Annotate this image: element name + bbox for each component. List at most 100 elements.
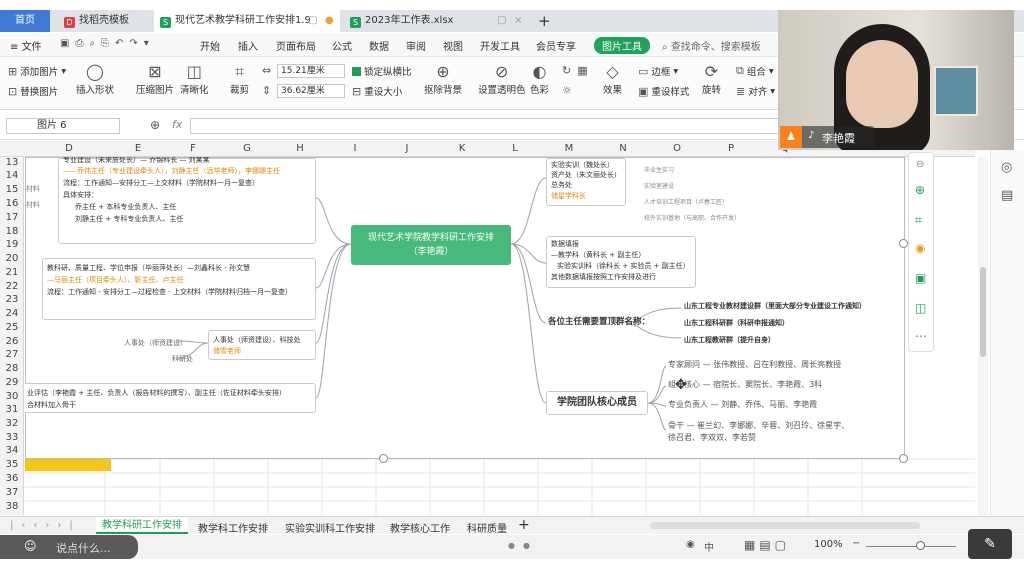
comment-icon[interactable]: ▢	[308, 10, 317, 32]
compress-picture-button[interactable]: ⊠ 压缩图片	[136, 62, 174, 96]
row-header-cell[interactable]: 31	[0, 404, 24, 415]
reset-size-button[interactable]: ⊟ 重设大小	[352, 84, 402, 99]
mindmap-picture[interactable]: 现代艺术学院教学科研工作安排 （李艳霞） 专业建设（未来质处长）— 乔锦科长 —…	[25, 157, 908, 463]
horizontal-scrollbar[interactable]	[650, 522, 920, 529]
comment-icon[interactable]: ▢	[497, 10, 506, 32]
row-header-cell[interactable]: 16	[0, 198, 24, 209]
col-header[interactable]: N	[616, 143, 630, 154]
row-header-cell[interactable]: 33	[0, 432, 24, 443]
input-method[interactable]: 中	[704, 539, 714, 554]
sheet-tab[interactable]: 科研质量	[467, 520, 507, 535]
pen-button[interactable]: ✎	[968, 529, 1012, 559]
col-header[interactable]: E	[131, 143, 145, 154]
row-header-cell[interactable]: 34	[0, 445, 24, 456]
row-header-cell[interactable]: 38	[0, 501, 24, 512]
col-header[interactable]: I	[348, 143, 362, 154]
book-icon[interactable]: ▤	[1001, 188, 1013, 203]
row-header-cell[interactable]: 19	[0, 239, 24, 250]
tab-home[interactable]: 首页	[0, 10, 50, 32]
col-header[interactable]: G	[240, 143, 254, 154]
col-header[interactable]: D	[62, 143, 76, 154]
zoom-out-icon[interactable]: −	[852, 538, 860, 549]
align-button[interactable]: ≣ 对齐 ▾	[736, 84, 775, 99]
search-command[interactable]: ⌕ 查找命令、搜索模板	[662, 38, 761, 53]
bulb-icon[interactable]: ◉	[915, 241, 925, 255]
rotate-button[interactable]: ⟳ 旋转	[702, 62, 721, 96]
crop-icon[interactable]: ⌗	[915, 213, 922, 228]
row-header-cell[interactable]: 30	[0, 391, 24, 402]
menu-review[interactable]: 审阅	[406, 38, 426, 53]
height-input[interactable]: 36.62厘米	[277, 84, 345, 98]
menu-start[interactable]: 开始	[200, 38, 220, 53]
menu-insert[interactable]: 插入	[238, 38, 258, 53]
combine-button[interactable]: ⧉ 组合 ▾	[736, 64, 774, 78]
name-box[interactable]: 图片 6	[6, 118, 120, 134]
row-header-cell[interactable]: 14	[0, 170, 24, 181]
vertical-scrollbar[interactable]	[978, 157, 988, 515]
row-header-cell[interactable]: 17	[0, 212, 24, 223]
sheet-tab[interactable]: 实验实训科工作安排	[285, 520, 375, 535]
zoom-slider[interactable]	[866, 546, 956, 547]
menu-page-layout[interactable]: 页面布局	[276, 38, 316, 53]
menu-dev-tools[interactable]: 开发工具	[480, 38, 520, 53]
add-picture-button[interactable]: ⊞ 添加图片 ▾	[8, 64, 66, 79]
row-header-cell[interactable]: 35	[0, 459, 24, 470]
set-transparent-button[interactable]: ⊘ 设置透明色	[478, 62, 526, 96]
zoom-slider-thumb[interactable]	[916, 541, 925, 550]
new-tab-button[interactable]: +	[534, 10, 554, 32]
menu-member[interactable]: 会员专享	[536, 38, 576, 53]
col-header[interactable]: M	[562, 143, 576, 154]
row-header-cell[interactable]: 29	[0, 377, 24, 388]
row-header-cell[interactable]: 32	[0, 418, 24, 429]
chat-input[interactable]: ☺ 说点什么...	[0, 535, 138, 559]
add-sheet-button[interactable]: +	[518, 517, 530, 533]
row-header-cell[interactable]: 21	[0, 267, 24, 278]
border-button[interactable]: ▭ 边框 ▾	[638, 64, 678, 79]
crop-button[interactable]: ⌗ 裁剪	[230, 62, 249, 96]
menu-file[interactable]: ≡ 文件	[10, 38, 42, 53]
tab-template[interactable]: D 找稻壳模板	[58, 10, 146, 32]
more-icon[interactable]: ⋯	[915, 329, 927, 343]
width-input[interactable]: 15.21厘米	[277, 64, 345, 78]
eye-icon[interactable]: ◉	[686, 539, 695, 550]
resize-handle[interactable]	[379, 454, 388, 463]
collapse-icon[interactable]: ⊖	[916, 159, 924, 170]
row-header-cell[interactable]: 18	[0, 226, 24, 237]
fx-icon[interactable]: fx	[172, 118, 182, 131]
tab-worksheet-2023[interactable]: S 2023年工作表.xlsx ▢ ×	[344, 10, 530, 32]
menu-view[interactable]: 视图	[443, 38, 463, 53]
resize-handle[interactable]	[899, 239, 908, 248]
col-header[interactable]: K	[455, 143, 469, 154]
sheet-tab-active[interactable]: 教学科研工作安排	[96, 517, 188, 534]
replace-picture-button[interactable]: ⊡ 替换图片	[8, 84, 58, 99]
menu-picture-tools[interactable]: 图片工具	[594, 37, 650, 54]
row-header-cell[interactable]: 27	[0, 349, 24, 360]
tab-current-file[interactable]: S 现代艺术教学科研工作安排1.9 ▢ ●	[154, 10, 340, 32]
brightness-icon[interactable]: ☼	[562, 84, 572, 97]
sheet-grid[interactable]: 现代艺术学院教学科研工作安排 （李艳霞） 专业建设（未来质处长）— 乔锦科长 —…	[25, 157, 975, 515]
menu-formula[interactable]: 公式	[332, 38, 352, 53]
menu-data[interactable]: 数据	[369, 38, 389, 53]
row-header-cell[interactable]: 24	[0, 308, 24, 319]
scroll-thumb[interactable]	[980, 267, 986, 357]
sheet-nav-arrows[interactable]: |‹‹››|	[10, 520, 81, 531]
row-header-cell[interactable]: 22	[0, 281, 24, 292]
remove-background-button[interactable]: ⊕ 抠除背景	[424, 62, 462, 96]
lock-ratio-checkbox[interactable]: 锁定纵横比	[352, 64, 412, 78]
row-header-cell[interactable]: 15	[0, 184, 24, 195]
sheet-tab[interactable]: 教学科工作安排	[198, 520, 268, 535]
row-header-cell[interactable]: 37	[0, 487, 24, 498]
zoom-in-icon[interactable]: ⊕	[915, 183, 925, 197]
clarity-button[interactable]: ◫ 清晰化	[180, 62, 209, 96]
zoom-formula-icon[interactable]: ⊕	[150, 118, 160, 132]
row-header-cell[interactable]: 25	[0, 322, 24, 333]
resize-handle[interactable]	[899, 454, 908, 463]
row-header-cell[interactable]: 36	[0, 473, 24, 484]
col-header[interactable]: F	[186, 143, 200, 154]
row-header-cell[interactable]: 20	[0, 253, 24, 264]
row-header-cell[interactable]: 28	[0, 363, 24, 374]
col-header[interactable]: O	[670, 143, 684, 154]
close-icon[interactable]: ×	[514, 10, 522, 32]
zoom-level[interactable]: 100%	[814, 539, 843, 550]
row-header-cell[interactable]: 13	[0, 157, 24, 168]
